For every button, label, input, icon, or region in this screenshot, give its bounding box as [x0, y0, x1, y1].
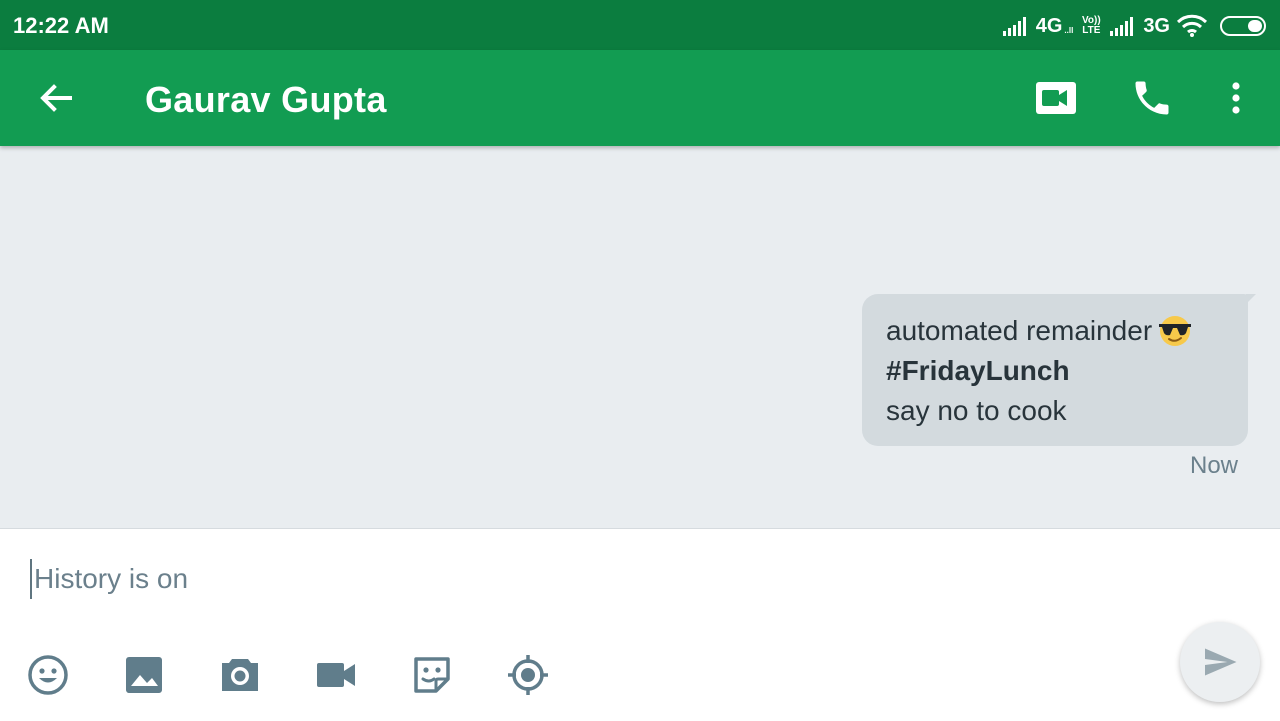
message-bubble[interactable]: automated remainder #FridayLunch say no …	[862, 294, 1256, 446]
status-indicators: 4G ..ll Vo)) LTE 3G	[1002, 12, 1266, 40]
camera-icon[interactable]	[218, 653, 262, 697]
battery-icon	[1220, 16, 1266, 36]
composer	[0, 528, 1280, 721]
message-hashtag[interactable]: #FridayLunch	[886, 351, 1224, 391]
app-bar: Gaurav Gupta	[0, 50, 1280, 146]
volte-bottom: LTE	[1082, 25, 1101, 36]
contact-name[interactable]: Gaurav Gupta	[145, 79, 387, 121]
send-button[interactable]	[1180, 622, 1260, 702]
video-icon[interactable]	[314, 653, 358, 697]
video-call-icon[interactable]	[1034, 78, 1078, 118]
message-input[interactable]	[30, 559, 934, 599]
message-timestamp: Now	[1189, 452, 1238, 479]
network-activity: ..ll	[1064, 25, 1074, 35]
network-type-1: 4G	[1035, 14, 1063, 37]
back-arrow-icon[interactable]	[36, 78, 76, 118]
wifi-icon	[1176, 14, 1208, 37]
status-time: 12:22 AM	[13, 13, 109, 38]
volte-icon: Vo)) LTE	[1079, 16, 1103, 36]
sticker-icon[interactable]	[410, 653, 454, 697]
more-vert-icon[interactable]	[1222, 76, 1250, 120]
message-text: automated remainder	[886, 315, 1153, 346]
bubble-tail	[1246, 294, 1256, 304]
conversation-area[interactable]: automated remainder #FridayLunch say no …	[0, 146, 1280, 528]
message-line-1: automated remainder	[886, 311, 1224, 351]
sunglasses-emoji-icon	[1159, 316, 1192, 346]
signal-icon	[1110, 17, 1134, 36]
location-icon[interactable]	[506, 653, 550, 697]
emoji-icon[interactable]	[26, 653, 70, 697]
phone-icon[interactable]	[1130, 76, 1174, 120]
message-line-3: say no to cook	[886, 395, 1067, 426]
status-bar: 12:22 AM 4G ..ll Vo)) LTE 3G	[0, 0, 1280, 50]
send-icon	[1205, 648, 1237, 676]
signal-icon	[1002, 17, 1026, 36]
image-icon[interactable]	[122, 653, 166, 697]
network-type-2: 3G	[1143, 14, 1170, 37]
